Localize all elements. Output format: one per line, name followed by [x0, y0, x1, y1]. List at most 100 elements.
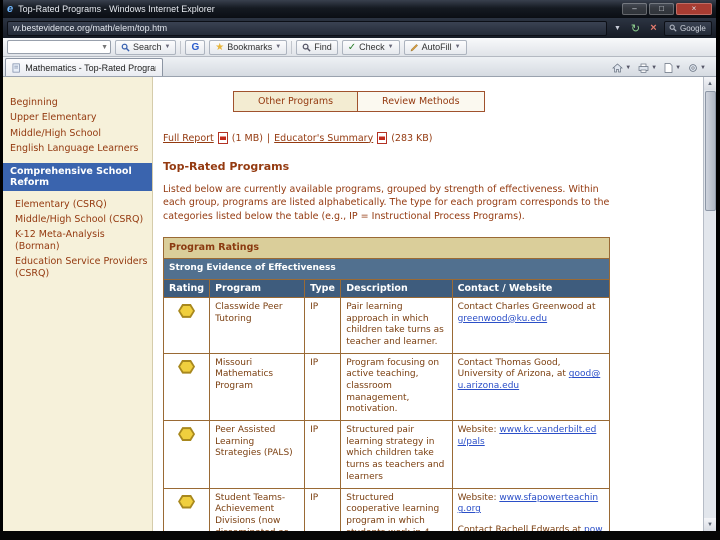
sidebar-item-k12-meta-analysis[interactable]: K-12 Meta-Analysis (Borman): [3, 227, 152, 254]
program-cell: Peer Assisted Learning Strategies (PALS): [209, 420, 306, 489]
type-cell: IP: [304, 352, 342, 422]
scrollbar-thumb[interactable]: [704, 91, 716, 211]
sidebar-item-education-service-providers[interactable]: Education Service Providers (CSRQ): [3, 254, 152, 281]
autofill-label: AutoFill: [421, 42, 452, 52]
check-button[interactable]: ✓ Check ▼: [341, 39, 400, 55]
program-ratings-table: Program Ratings Strong Evidence of Effec…: [162, 236, 611, 531]
contact-link[interactable]: greenwood@ku.edu: [458, 314, 548, 324]
gear-icon: [689, 64, 697, 72]
chevron-down-icon: ▼: [675, 65, 682, 71]
description-cell: Structured cooperative learning program …: [340, 487, 453, 531]
type-cell: IP: [304, 420, 342, 489]
sidebar-item-beginning[interactable]: Beginning: [3, 95, 152, 110]
table-title: Program Ratings: [163, 236, 610, 260]
page-title: Top-Rated Programs: [163, 160, 290, 173]
address-input[interactable]: w.bestevidence.org/math/elem/top.htm: [7, 20, 607, 36]
tab-mathematics-top-rated-programs[interactable]: Mathematics - Top-Rated Programs: [5, 58, 163, 76]
chevron-down-icon: ▼: [101, 43, 108, 51]
close-button[interactable]: ×: [676, 3, 712, 15]
sidebar-item-elementary-csrq[interactable]: Elementary (CSRQ): [3, 197, 152, 212]
chevron-down-icon: ▼: [651, 65, 658, 71]
vertical-scrollbar[interactable]: ▲ ▼: [703, 77, 716, 531]
contact-cell: Website: www.kc.vanderbilt.edu/pals: [451, 420, 611, 489]
find-label: Find: [314, 42, 332, 52]
report-separator: |: [266, 132, 271, 144]
pdf-icon: [377, 132, 388, 144]
content-nav-tabs: Other Programs Review Methods: [233, 91, 697, 112]
address-dropdown-icon[interactable]: ▼: [610, 21, 625, 36]
window-controls: – □ ×: [622, 3, 712, 15]
sidebar-item-comprehensive-school-reform[interactable]: Comprehensive School Reform: [3, 162, 152, 191]
contact-line: Website: www.sfapowerteaching.org: [458, 493, 604, 516]
description-cell: Program focusing on active teaching, cla…: [340, 352, 453, 422]
main-content: Other Programs Review Methods Full Repor…: [153, 77, 703, 531]
contact-text: Contact Thomas Good, University of Arizo…: [457, 357, 569, 380]
browser-window: e Top-Rated Programs - Windows Internet …: [3, 0, 716, 531]
tab-label: Mathematics - Top-Rated Programs: [25, 62, 156, 73]
minimize-button[interactable]: –: [622, 3, 647, 15]
toolbar-search-button[interactable]: Search ▼: [115, 39, 177, 55]
page-button[interactable]: ▼: [664, 63, 681, 73]
check-label: Check: [359, 42, 385, 52]
google-toolbar: ▼ Search ▼ G ★ Bookmarks ▼ Find ✓ Check …: [3, 38, 716, 57]
sidebar-item-middle-high-school[interactable]: Middle/High School: [3, 126, 152, 141]
program-cell: Missouri Mathematics Program: [209, 352, 306, 422]
google-g-icon: G: [191, 41, 200, 53]
table-row: Classwide Peer Tutoring IP Pair learning…: [162, 296, 611, 354]
column-header-type: Type: [304, 278, 342, 298]
check-icon: ✓: [347, 41, 357, 53]
contact-text: Website:: [457, 425, 500, 436]
chevron-down-icon: ▼: [275, 44, 282, 50]
bookmarks-button[interactable]: ★ Bookmarks ▼: [209, 39, 288, 55]
bookmarks-label: Bookmarks: [227, 42, 273, 52]
rating-cell: [162, 487, 211, 531]
command-bar: ▼ ▼ ▼ ▼: [612, 63, 716, 76]
tab-review-methods[interactable]: Review Methods: [357, 91, 485, 112]
printer-icon: [638, 63, 649, 73]
google-logo-button[interactable]: G: [185, 39, 206, 55]
chevron-down-icon: ▼: [700, 65, 706, 71]
full-report-size: (1 MB): [231, 132, 263, 144]
chevron-down-icon: ▼: [387, 44, 394, 50]
autofill-button[interactable]: AutoFill ▼: [403, 39, 467, 55]
table-section-header: Strong Evidence of Effectiveness: [163, 258, 610, 280]
search-input[interactable]: Google: [664, 20, 712, 36]
tools-button[interactable]: ▼: [688, 63, 706, 73]
title-bar: e Top-Rated Programs - Windows Internet …: [3, 0, 716, 18]
print-button[interactable]: ▼: [638, 63, 657, 73]
window-title: Top-Rated Programs - Windows Internet Ex…: [18, 4, 215, 14]
full-report-link[interactable]: Full Report: [163, 133, 214, 144]
sidebar: Beginning Upper Elementary Middle/High S…: [3, 77, 153, 531]
toolbar-separator: [291, 40, 293, 54]
table-row: Student Teams-Achievement Divisions (now…: [162, 487, 611, 531]
taskbar[interactable]: [0, 531, 720, 540]
rating-cell: [162, 296, 211, 354]
report-links: Full Report (1 MB) | Educator's Summary …: [163, 132, 697, 144]
refresh-icon[interactable]: ↻: [628, 21, 643, 36]
sidebar-item-english-language-learners[interactable]: English Language Learners: [3, 141, 152, 156]
pdf-icon: [217, 132, 228, 144]
find-button[interactable]: Find: [296, 39, 338, 55]
educators-summary-link[interactable]: Educator's Summary: [274, 133, 373, 144]
contact-cell: Website: www.sfapowerteaching.org Contac…: [451, 487, 611, 531]
description-cell: Structured pair learning strategy in whi…: [340, 420, 453, 489]
rating-hexagon-icon: [178, 303, 196, 318]
scroll-up-icon[interactable]: ▲: [703, 77, 716, 90]
sidebar-item-middle-high-school-csrq[interactable]: Middle/High School (CSRQ): [3, 212, 152, 227]
maximize-button[interactable]: □: [649, 3, 674, 15]
rating-cell: [162, 352, 211, 422]
tab-bar: Mathematics - Top-Rated Programs ▼ ▼ ▼ ▼: [3, 57, 716, 77]
table-row: Missouri Mathematics Program IP Program …: [162, 352, 611, 422]
search-placeholder: Google: [680, 23, 706, 33]
stop-icon[interactable]: ×: [646, 21, 661, 36]
pencil-icon: [410, 43, 418, 51]
home-button[interactable]: ▼: [612, 63, 631, 73]
scroll-down-icon[interactable]: ▼: [703, 518, 716, 531]
rating-cell: [162, 420, 211, 489]
tab-other-programs[interactable]: Other Programs: [233, 91, 359, 112]
find-icon: [302, 43, 311, 52]
toolbar-search-combo[interactable]: ▼: [7, 40, 111, 54]
column-header-description: Description: [340, 278, 453, 298]
home-icon: [612, 63, 624, 73]
sidebar-item-upper-elementary[interactable]: Upper Elementary: [3, 110, 152, 125]
